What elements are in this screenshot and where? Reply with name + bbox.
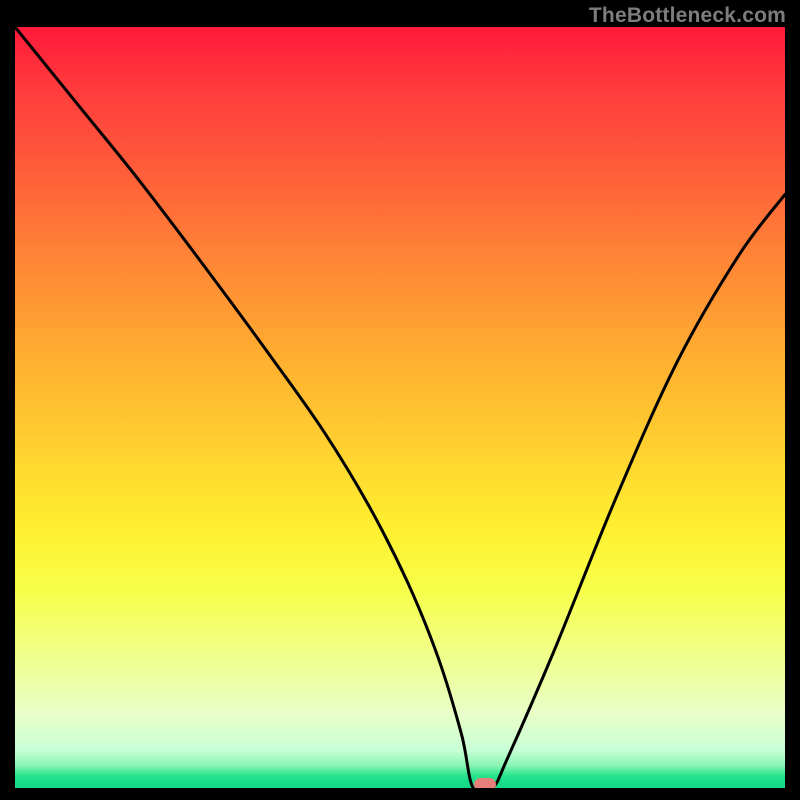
watermark-text: TheBottleneck.com: [589, 4, 786, 28]
optimum-marker: [474, 778, 496, 788]
bottleneck-curve: [15, 27, 785, 788]
plot-area: [15, 27, 785, 788]
chart-frame: TheBottleneck.com: [0, 0, 800, 800]
curve-path: [15, 27, 785, 788]
